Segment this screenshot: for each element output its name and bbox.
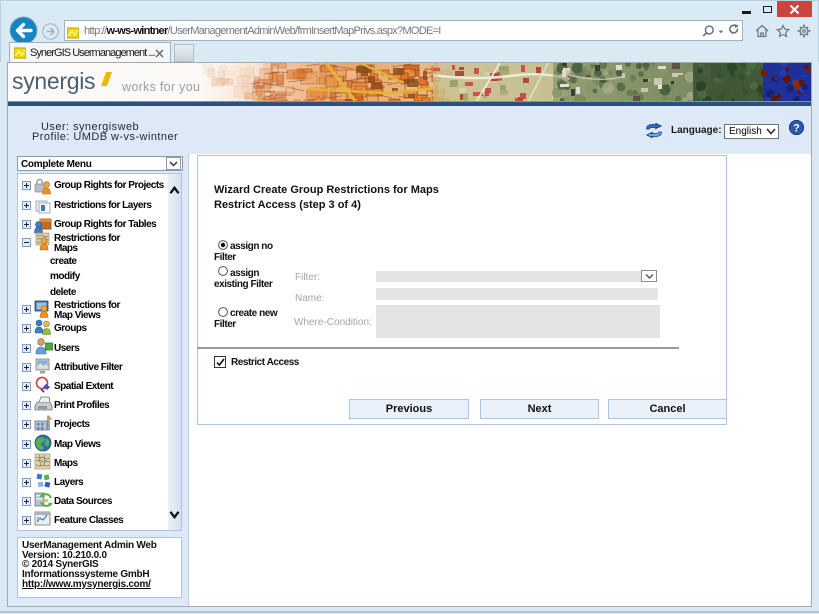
svg-text:?: ? <box>793 122 800 134</box>
